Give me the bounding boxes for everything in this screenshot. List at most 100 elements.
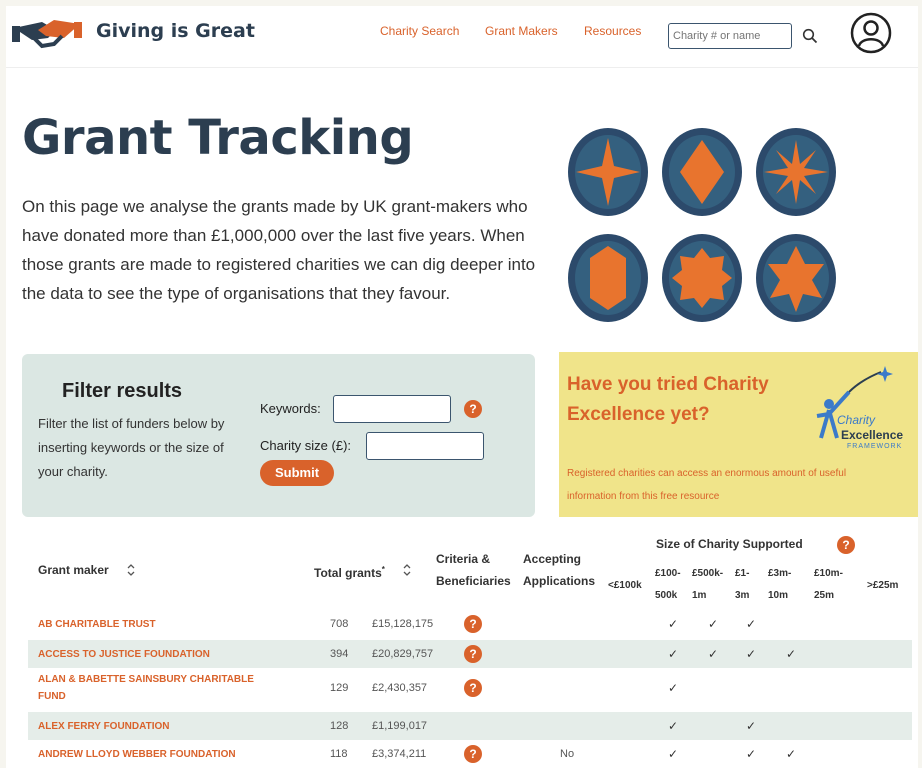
col-accepting-line1: Accepting [523,552,582,566]
filter-title: Filter results [62,380,183,402]
size-col-1-3m-line2: 3m [735,590,750,601]
col-criteria-line1: Criteria & [436,552,491,566]
submit-button[interactable]: Submit [260,460,334,486]
grant-maker-name-line2: FUND [38,691,66,702]
sort-total-grants-icon[interactable] [402,562,412,578]
col-size-group: Size of Charity Supported [656,537,803,551]
grant-total: £3,374,211 [372,748,427,760]
grant-total: £2,430,357 [372,682,428,694]
size-supported-tick: ✓ [708,647,719,661]
grant-maker-name[interactable]: ALAN & BABETTE SAINSBURY CHARITABLE FUND [38,671,254,705]
nav-grant-makers[interactable]: Grant Makers [485,24,558,38]
charity-size-label: Charity size (£): [260,438,352,453]
accepting-applications: No [560,748,575,760]
grant-maker-name-line1: AB CHARITABLE TRUST [38,619,156,630]
grant-total: £20,829,757 [372,648,434,660]
size-col-10-25m-line1: £10m- [814,568,843,579]
size-col-over-25m: >£25m [867,580,899,591]
grant-maker-name-line1: ALAN & BABETTE SAINSBURY CHARITABLE [38,674,254,685]
size-col-100-500k-line2: 500k [655,590,678,601]
grant-count: 118 [330,748,348,760]
nav-resources[interactable]: Resources [584,24,641,38]
table-row: ALAN & BABETTE SAINSBURY CHARITABLE FUND 1… [28,668,912,708]
size-col-100-500k-line1: £100- [655,568,681,579]
promo-logo-text-1: Charity [837,413,876,427]
user-account-icon[interactable] [850,12,892,54]
grant-total: £15,128,175 [372,618,434,630]
handshake-logo-icon[interactable] [12,14,82,54]
search-icon[interactable] [802,28,818,44]
grant-maker-name[interactable]: ACCESS TO JUSTICE FOUNDATION [38,646,210,663]
page-title: Grant Tracking [22,110,414,166]
size-col-under-100k: <£100k [608,580,642,591]
promo-logo-text-3: FRAMEWORK [847,443,903,450]
table-row: AB CHARITABLE TRUST 708 £15,128,175? ✓ ✓ ✓ [28,610,912,638]
size-col-3-10m-line2: 10m [768,590,789,601]
size-col-3-10m-line1: £3m- [768,568,792,579]
grant-count: 129 [330,682,349,694]
brand-name[interactable]: Giving is Great [96,20,255,42]
col-total-grants[interactable]: Total grants* [314,560,385,583]
table-row: ANDREW LLOYD WEBBER FOUNDATION 118 £3,374,… [28,740,912,768]
size-col-500k-1m-line2: 1m [692,590,707,601]
grant-count: 128 [330,720,349,732]
size-supported-tick: ✓ [668,647,679,661]
nav-charity-search[interactable]: Charity Search [380,24,459,38]
page: Giving is Great Charity Search Grant Mak… [6,6,918,768]
size-supported-tick: ✓ [668,719,679,733]
site-header: Giving is Great Charity Search Grant Mak… [6,6,918,68]
filter-panel: Filter results Filter the list of funder… [22,354,535,517]
grant-maker-name[interactable]: AB CHARITABLE TRUST [38,616,156,633]
size-supported-tick: ✓ [668,617,679,631]
decorative-badges [566,126,840,326]
filter-description: Filter the list of funders below by inse… [38,416,225,479]
charity-size-input[interactable] [366,432,484,460]
criteria-help-icon[interactable]: ? [464,615,482,633]
grant-maker-name-line1: ANDREW LLOYD WEBBER FOUNDATION [38,749,236,760]
criteria-help-icon[interactable]: ? [464,679,482,697]
intro-text: On this page we analyse the grants made … [22,197,536,303]
size-col-500k-1m-line1: £500k- [692,568,724,579]
criteria-help-icon[interactable]: ? [464,645,482,663]
size-supported-tick: ✓ [786,647,797,661]
hexagon-badge-icon [568,234,648,322]
grant-maker-name[interactable]: ANDREW LLOYD WEBBER FOUNDATION [38,746,236,763]
col-total-grants-label: Total grants [314,566,382,580]
charity-excellence-promo[interactable]: Have you tried Charity Excellence yet? R… [559,352,918,517]
col-accepting-line2: Applications [523,574,596,588]
grant-total: £1,199,017 [372,720,428,732]
promo-title[interactable]: Have you tried Charity Excellence yet? [567,370,787,430]
four-point-star-badge-icon [568,128,648,216]
size-supported-tick: ✓ [668,747,679,761]
charity-search-input[interactable] [668,23,792,49]
size-supported-tick: ✓ [746,617,757,631]
table-row: ACCESS TO JUSTICE FOUNDATION 394 £20,829,7… [28,640,912,668]
keywords-input[interactable] [333,395,451,423]
promo-logo-text-2: Excellence [841,428,904,442]
table-row: ALEX FERRY FOUNDATION 128 £1,199,017 ✓ ✓ [28,712,912,740]
col-grant-maker[interactable]: Grant maker [38,560,109,580]
size-col-10-25m-line2: 25m [814,590,835,601]
size-supported-tick: ✓ [746,747,757,761]
six-point-star-badge-icon [756,234,836,322]
size-supported-tick: ✓ [786,747,797,761]
promo-text: Registered charities can access an enorm… [567,468,847,502]
size-supported-tick: ✓ [746,719,757,733]
diamond-badge-icon [662,128,742,216]
criteria-help-icon[interactable]: ? [464,745,482,763]
size-supported-tick: ✓ [668,681,679,695]
grant-maker-name-line1: ACCESS TO JUSTICE FOUNDATION [38,649,210,660]
grant-maker-name[interactable]: ALEX FERRY FOUNDATION [38,718,169,735]
sort-grant-maker-icon[interactable] [126,562,136,578]
size-supported-tick: ✓ [746,647,757,661]
eight-point-star-badge-icon [756,128,836,216]
keywords-label: Keywords: [260,401,321,416]
grant-maker-name-line1: ALEX FERRY FOUNDATION [38,721,170,732]
keywords-help-icon[interactable]: ? [464,400,482,418]
col-criteria-line2: Beneficiaries [436,574,511,588]
size-col-1-3m-line1: £1- [735,568,750,579]
grant-count: 708 [330,618,349,630]
size-help-icon[interactable]: ? [837,536,855,554]
size-supported-tick: ✓ [708,617,719,631]
grant-count: 394 [330,648,349,660]
